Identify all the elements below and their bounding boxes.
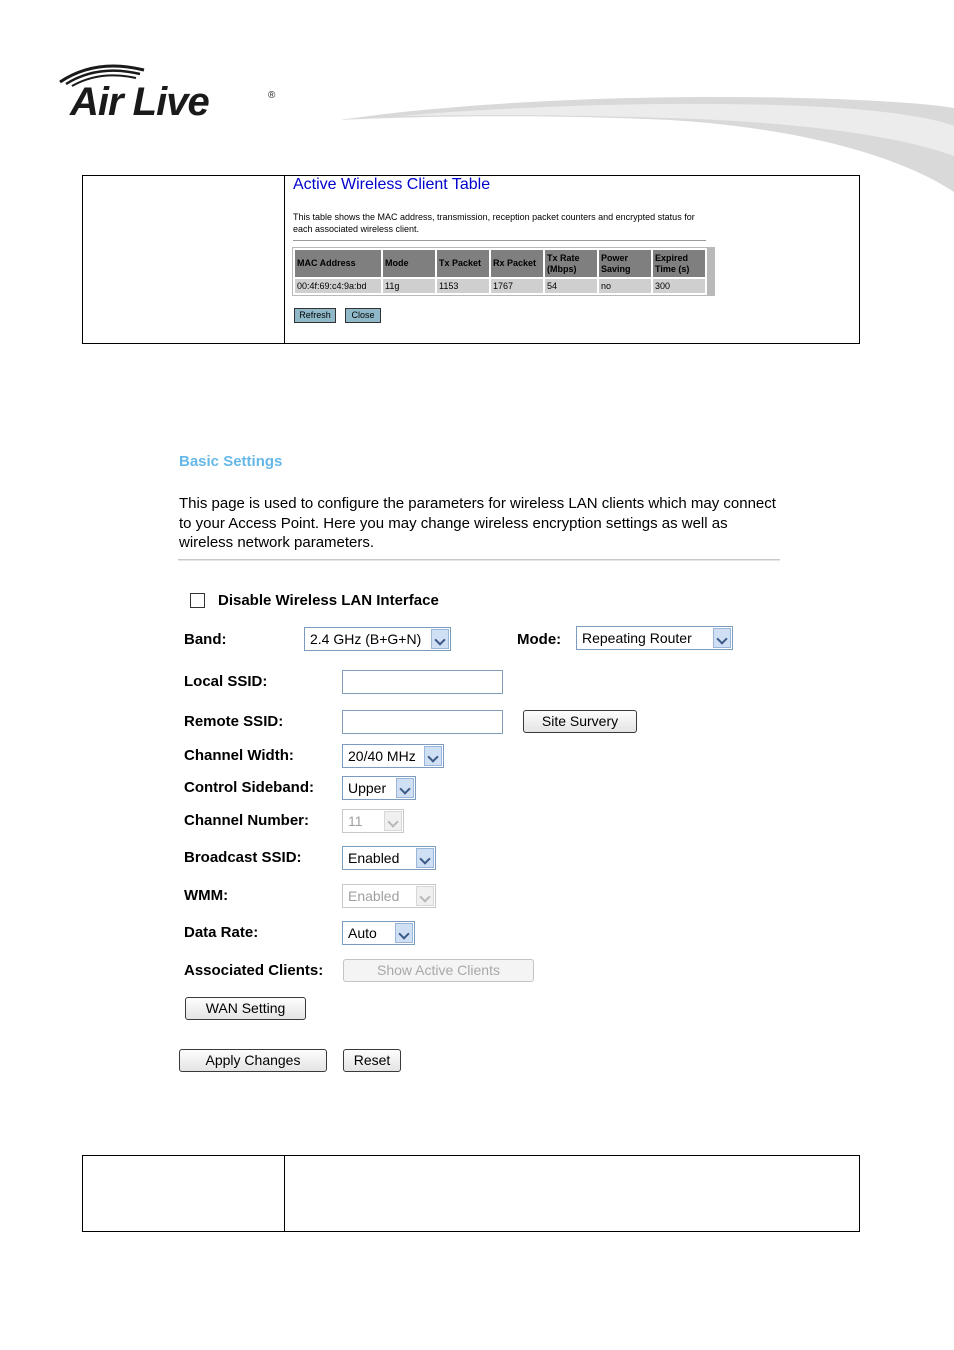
table-cell: no xyxy=(599,279,651,293)
chevron-down-icon[interactable] xyxy=(416,848,434,868)
data-rate-value: Auto xyxy=(348,925,377,941)
bottom-table-box xyxy=(82,1155,860,1232)
table-column-divider xyxy=(284,1156,285,1231)
column-header: Power Saving xyxy=(599,250,651,277)
band-label: Band: xyxy=(184,631,227,648)
logo-text: Air Live xyxy=(70,80,210,124)
broadcast-ssid-label: Broadcast SSID: xyxy=(184,849,302,866)
data-rate-label: Data Rate: xyxy=(184,924,259,941)
table-cell: 300 xyxy=(653,279,705,293)
column-header: MAC Address xyxy=(295,250,381,277)
wmm-value: Enabled xyxy=(348,888,400,904)
column-header: Expired Time (s) xyxy=(653,250,705,277)
channel-width-select[interactable]: 20/40 MHz xyxy=(342,744,444,768)
remote-ssid-input[interactable] xyxy=(342,710,503,734)
control-sideband-select[interactable]: Upper xyxy=(342,776,416,800)
site-survey-button[interactable]: Site Survery xyxy=(523,710,637,733)
client-table-title: Active Wireless Client Table xyxy=(293,176,491,193)
wmm-label: WMM: xyxy=(184,887,229,904)
control-sideband-value: Upper xyxy=(348,780,387,796)
column-header: Mode xyxy=(383,250,435,277)
channel-number-select: 11 xyxy=(342,809,404,833)
basic-settings-divider xyxy=(178,559,780,561)
associated-clients-label: Associated Clients: xyxy=(184,962,324,979)
chevron-down-icon[interactable] xyxy=(395,923,413,943)
wmm-select: Enabled xyxy=(342,884,436,908)
table-cell: 54 xyxy=(545,279,597,293)
client-table-header-row: MAC Address Mode Tx Packet Rx Packet Tx … xyxy=(295,250,705,277)
mode-select-value: Repeating Router xyxy=(582,630,692,646)
control-sideband-label: Control Sideband: xyxy=(184,779,314,796)
table-column-divider xyxy=(284,176,285,343)
broadcast-ssid-select[interactable]: Enabled xyxy=(342,846,436,870)
channel-width-value: 20/40 MHz xyxy=(348,748,416,764)
band-select-value: 2.4 GHz (B+G+N) xyxy=(310,631,422,647)
data-rate-select[interactable]: Auto xyxy=(342,921,415,945)
table-cell: 11g xyxy=(383,279,435,293)
broadcast-ssid-value: Enabled xyxy=(348,850,400,866)
table-cell: 1767 xyxy=(491,279,543,293)
airlive-logo: Air Live ® xyxy=(56,60,286,130)
column-header: Tx Rate (Mbps) xyxy=(545,250,597,277)
basic-settings-description: This page is used to configure the param… xyxy=(179,495,776,551)
show-active-clients-button: Show Active Clients xyxy=(343,959,534,982)
chevron-down-icon[interactable] xyxy=(431,629,449,649)
column-header: Rx Packet xyxy=(491,250,543,277)
mode-label: Mode: xyxy=(517,631,562,648)
table-row: 00:4f:69:c4:9a:bd 11g 1153 1767 54 no 30… xyxy=(295,279,705,293)
reset-button[interactable]: Reset xyxy=(343,1049,401,1072)
registered-mark: ® xyxy=(268,90,276,101)
local-ssid-input[interactable] xyxy=(342,670,503,694)
basic-settings-title: Basic Settings xyxy=(179,453,283,470)
disable-wlan-checkbox[interactable] xyxy=(190,593,205,608)
table-cell: 00:4f:69:c4:9a:bd xyxy=(295,279,381,293)
chevron-down-icon[interactable] xyxy=(713,628,731,648)
channel-number-label: Channel Number: xyxy=(184,812,310,829)
wan-setting-button[interactable]: WAN Setting xyxy=(185,997,306,1020)
band-select[interactable]: 2.4 GHz (B+G+N) xyxy=(304,627,451,651)
remote-ssid-label: Remote SSID: xyxy=(184,713,284,730)
client-table-description: This table shows the MAC address, transm… xyxy=(293,212,695,234)
channel-number-value: 11 xyxy=(348,813,363,829)
client-table: MAC Address Mode Tx Packet Rx Packet Tx … xyxy=(293,248,707,295)
apply-changes-button[interactable]: Apply Changes xyxy=(179,1049,327,1072)
chevron-down-icon[interactable] xyxy=(396,778,414,798)
client-table-divider xyxy=(293,240,706,241)
column-header: Tx Packet xyxy=(437,250,489,277)
disable-wlan-label: Disable Wireless LAN Interface xyxy=(218,592,439,609)
chevron-down-icon xyxy=(384,811,402,831)
channel-width-label: Channel Width: xyxy=(184,747,294,764)
close-button[interactable]: Close xyxy=(345,308,381,323)
table-cell: 1153 xyxy=(437,279,489,293)
mode-select[interactable]: Repeating Router xyxy=(576,626,733,650)
local-ssid-label: Local SSID: xyxy=(184,673,268,690)
chevron-down-icon xyxy=(416,886,434,906)
chevron-down-icon[interactable] xyxy=(424,746,442,766)
refresh-button[interactable]: Refresh xyxy=(294,308,336,323)
